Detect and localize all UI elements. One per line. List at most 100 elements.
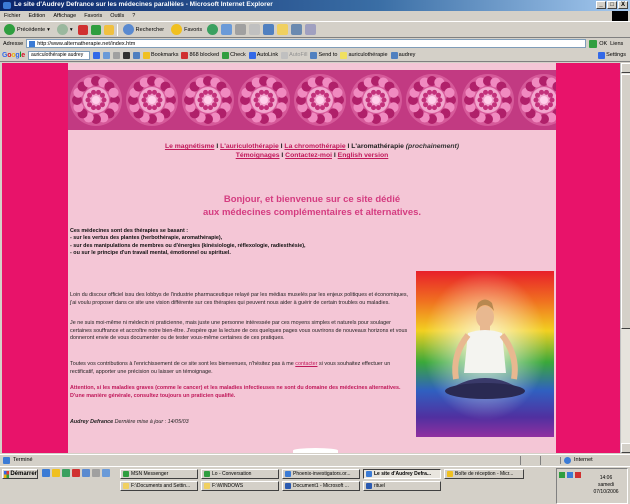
nav-magnetisme[interactable]: Le magnétisme: [165, 143, 214, 150]
task-rituel[interactable]: rituel: [363, 481, 441, 491]
task-phoenix[interactable]: Phoenix-investigators.or...: [282, 469, 360, 479]
pagerank-icon[interactable]: [132, 51, 140, 59]
back-label: Précédente: [17, 26, 46, 33]
task-windows[interactable]: F:\WINDOWS: [201, 481, 279, 491]
menu-affichage[interactable]: Affichage: [53, 13, 76, 19]
contact-link[interactable]: contacter: [295, 361, 317, 367]
star-icon: [142, 51, 150, 59]
title-bar: Le site d'Audrey Defrance sur les médeci…: [0, 0, 630, 11]
task-audrey-site[interactable]: Le site d'Audrey Defra...: [363, 469, 441, 479]
task-msn[interactable]: MSN Messenger: [120, 469, 198, 479]
ie-icon: [366, 471, 372, 477]
search-term-2[interactable]: audrey: [390, 51, 415, 59]
messenger-icon[interactable]: [291, 24, 303, 35]
autolink-button[interactable]: AutoLink: [248, 51, 278, 59]
task-documents[interactable]: F:\Documents and Settin...: [120, 481, 198, 491]
menu-help[interactable]: ?: [132, 13, 135, 19]
google-search-input[interactable]: auriculothérapie audrey: [27, 50, 90, 60]
media-icon[interactable]: [62, 469, 70, 477]
task-inbox[interactable]: Boîte de réception - Micr...: [444, 469, 524, 479]
print-icon[interactable]: [235, 24, 247, 35]
minimize-button[interactable]: _: [596, 1, 606, 9]
popup-blocker[interactable]: 868 blocked: [181, 51, 219, 59]
research-icon[interactable]: [305, 24, 317, 35]
scroll-up-button[interactable]: [621, 63, 630, 73]
folder-icon[interactable]: [277, 24, 289, 35]
app-icon[interactable]: [72, 469, 80, 477]
task-document1[interactable]: Document1 - Microsoft ...: [282, 481, 360, 491]
go-button[interactable]: OK: [589, 39, 607, 48]
menu-favoris[interactable]: Favoris: [84, 13, 102, 19]
search-term-1[interactable]: auriculothérapie: [340, 51, 388, 59]
meditation-photo: [416, 271, 554, 437]
search-button[interactable]: Rechercher: [121, 23, 166, 37]
scroll-down-button[interactable]: [621, 443, 630, 453]
back-button[interactable]: Précédente ▾: [2, 23, 52, 37]
stop-icon[interactable]: [77, 24, 88, 35]
favorites-label: Favoris: [184, 26, 203, 33]
home-icon[interactable]: [103, 24, 114, 35]
nav-auriculotherapie[interactable]: L'auriculothérapie: [220, 143, 279, 150]
discuss-icon[interactable]: [263, 24, 275, 35]
news-icon[interactable]: [102, 51, 110, 59]
tray-icon[interactable]: [567, 472, 573, 478]
desktop-icon[interactable]: [52, 469, 60, 477]
menu-fichier[interactable]: Fichier: [4, 13, 21, 19]
google-search-button-icon[interactable]: [92, 51, 100, 59]
scroll-thumb[interactable]: [621, 74, 630, 329]
maximize-button[interactable]: □: [607, 1, 617, 9]
task-conversation[interactable]: Lo - Conversation: [201, 469, 279, 479]
nav-aromatherapie: L'aromathérapie: [351, 143, 404, 150]
main-navigation: Le magnétisme I L'auriculothérapie I La …: [164, 143, 460, 159]
medicines-intro: Ces médecines sont des thérapies se basa…: [70, 228, 189, 234]
edit-icon[interactable]: [249, 24, 261, 35]
media-icon[interactable]: [207, 24, 219, 35]
word-icon: [366, 483, 372, 489]
mail-icon[interactable]: [221, 24, 233, 35]
menu-edition[interactable]: Edition: [29, 13, 46, 19]
links-label[interactable]: Liens: [610, 41, 623, 47]
forward-button[interactable]: ▾: [55, 23, 75, 37]
globe-icon: [564, 456, 571, 464]
about-paragraph: Je ne suis moi-même ni médecin ni pratic…: [70, 320, 408, 342]
autofill-button[interactable]: AutoFill: [281, 51, 307, 59]
ie-icon[interactable]: [42, 469, 50, 477]
sendto-button[interactable]: Send to: [310, 51, 337, 59]
mandala-banner: [68, 67, 556, 133]
address-input[interactable]: http://www.alternatherapie.net/index.htm: [26, 39, 587, 48]
vertical-scrollbar[interactable]: [620, 63, 630, 453]
menu-outils[interactable]: Outils: [110, 13, 124, 19]
taskbar: Démarrer MSN Messenger Lo - Conversation…: [0, 466, 630, 504]
toolbar-separator: [116, 23, 118, 36]
highlighter-icon: [340, 51, 348, 59]
app-icon[interactable]: [82, 469, 90, 477]
close-button[interactable]: X: [618, 1, 628, 9]
start-button[interactable]: Démarrer: [2, 469, 38, 479]
refresh-icon[interactable]: [90, 24, 101, 35]
up-icon[interactable]: [122, 51, 130, 59]
tray-icon[interactable]: [575, 472, 581, 478]
nav-chromotherapie[interactable]: La chromothérapie: [284, 143, 345, 150]
google-logo[interactable]: Google: [2, 52, 25, 59]
clock[interactable]: 14:06 samedi 07/10/2006: [585, 475, 627, 496]
spellcheck-button[interactable]: Check: [222, 51, 246, 59]
go-arrow-icon: [589, 39, 598, 48]
tray-icon[interactable]: [559, 472, 565, 478]
app-icon[interactable]: [92, 469, 100, 477]
welcome-heading: Bonjour, et bienvenue sur ce site dédié …: [202, 194, 422, 218]
favorites-button[interactable]: Favoris: [169, 23, 204, 37]
bookmarks-button[interactable]: Bookmarks: [142, 51, 178, 59]
nav-temoignages[interactable]: Témoignages: [236, 152, 280, 159]
warning-text: Attention, si les maladies graves (comme…: [70, 385, 401, 399]
windows-logo-icon: [612, 11, 628, 21]
page-info-icon[interactable]: [112, 51, 120, 59]
folder-icon: [204, 483, 210, 489]
status-cell: [520, 455, 540, 465]
nav-english[interactable]: English version: [338, 152, 389, 159]
last-updated: Dernière mise à jour : 14/05/03: [114, 419, 189, 425]
window-title: Le site d'Audrey Defrance sur les médeci…: [14, 1, 273, 8]
settings-button[interactable]: Settings: [598, 51, 630, 59]
page-done-icon: [3, 456, 10, 464]
nav-contact[interactable]: Contactez-moi: [285, 152, 332, 159]
app-icon[interactable]: [102, 469, 110, 477]
